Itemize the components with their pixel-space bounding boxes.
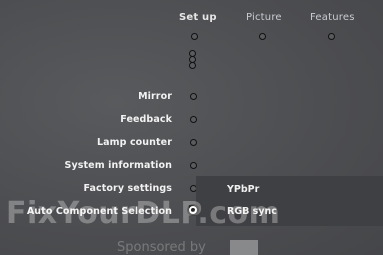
mirror-radio-icon[interactable] (190, 93, 197, 100)
tab-picture-radio-icon[interactable] (259, 33, 266, 40)
menu-item-factory-settings[interactable]: Factory settings (84, 183, 172, 194)
watermark-sponsor-text: Sponsored by (117, 240, 206, 255)
menu-item-system-information[interactable]: System information (65, 160, 172, 171)
osd-screen: Set up Picture Features Mirror Feedback … (0, 0, 383, 255)
menu-item-mirror[interactable]: Mirror (138, 91, 172, 102)
tab-setup-label[interactable]: Set up (179, 12, 217, 23)
watermark-text: FixYourDLP.com (6, 196, 281, 231)
lamp-counter-radio-icon[interactable] (190, 139, 197, 146)
scroll-indicator (189, 50, 199, 69)
system-information-radio-icon[interactable] (190, 162, 197, 169)
tab-picture-label[interactable]: Picture (246, 12, 282, 23)
menu-item-feedback[interactable]: Feedback (120, 114, 172, 125)
tab-features-label[interactable]: Features (310, 12, 355, 23)
menu-item-lamp-counter[interactable]: Lamp counter (97, 137, 172, 148)
dlp-logo-icon (230, 240, 258, 255)
tab-setup-radio-icon[interactable] (191, 33, 198, 40)
submenu-option-ypbpr[interactable]: YPbPr (227, 184, 259, 195)
tab-features-radio-icon[interactable] (328, 33, 335, 40)
feedback-radio-icon[interactable] (190, 116, 197, 123)
scroll-dot-icon (189, 62, 196, 69)
